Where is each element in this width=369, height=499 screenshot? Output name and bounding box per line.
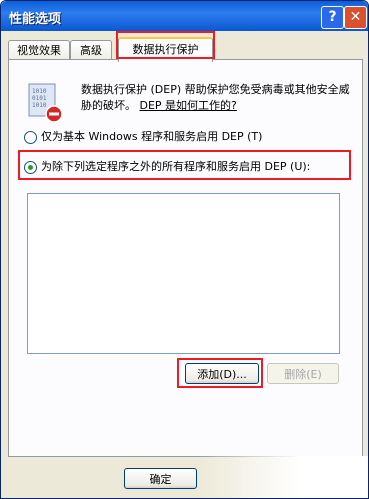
close-button[interactable]: ✕ — [344, 6, 367, 29]
dep-help-link[interactable]: DEP 是如何工作的? — [140, 99, 237, 112]
bottom-glare — [197, 456, 368, 498]
svg-text:0101: 0101 — [32, 95, 47, 102]
program-exception-list[interactable] — [27, 193, 340, 354]
dep-description: 数据执行保护 (DEP) 帮助保护您免受病毒或其他安全威胁的破坏。 DEP 是如… — [81, 82, 353, 114]
add-button-highlight — [177, 358, 263, 388]
ok-button[interactable]: 确定 — [124, 468, 197, 489]
radio-basic-dep[interactable] — [24, 130, 37, 144]
svg-text:1010: 1010 — [32, 102, 47, 109]
window-title: 性能选项 — [9, 12, 62, 27]
remove-button[interactable]: 删除(E) — [267, 363, 339, 384]
svg-text:1010: 1010 — [32, 88, 47, 95]
performance-options-dialog: 性能选项 ? ✕ 视觉效果 高级 数据执行保护 1010 0101 1010 数… — [0, 0, 369, 499]
dep-shield-icon: 1010 0101 1010 — [28, 83, 63, 123]
help-button[interactable]: ? — [321, 6, 344, 29]
option-basic-dep[interactable]: 仅为基本 Windows 程序和服务启用 DEP (T) — [24, 128, 262, 144]
dep-tab-highlight — [116, 31, 215, 59]
option-highlight — [18, 150, 351, 180]
title-bar[interactable]: 性能选项 ? ✕ — [1, 1, 368, 31]
tab-advanced[interactable]: 高级 — [70, 40, 112, 60]
option-basic-dep-label: 仅为基本 Windows 程序和服务启用 DEP (T) — [41, 130, 263, 143]
dep-tab-pane: 1010 0101 1010 数据执行保护 (DEP) 帮助保护您免受病毒或其他… — [8, 59, 363, 457]
tab-visual-effects[interactable]: 视觉效果 — [8, 40, 70, 60]
